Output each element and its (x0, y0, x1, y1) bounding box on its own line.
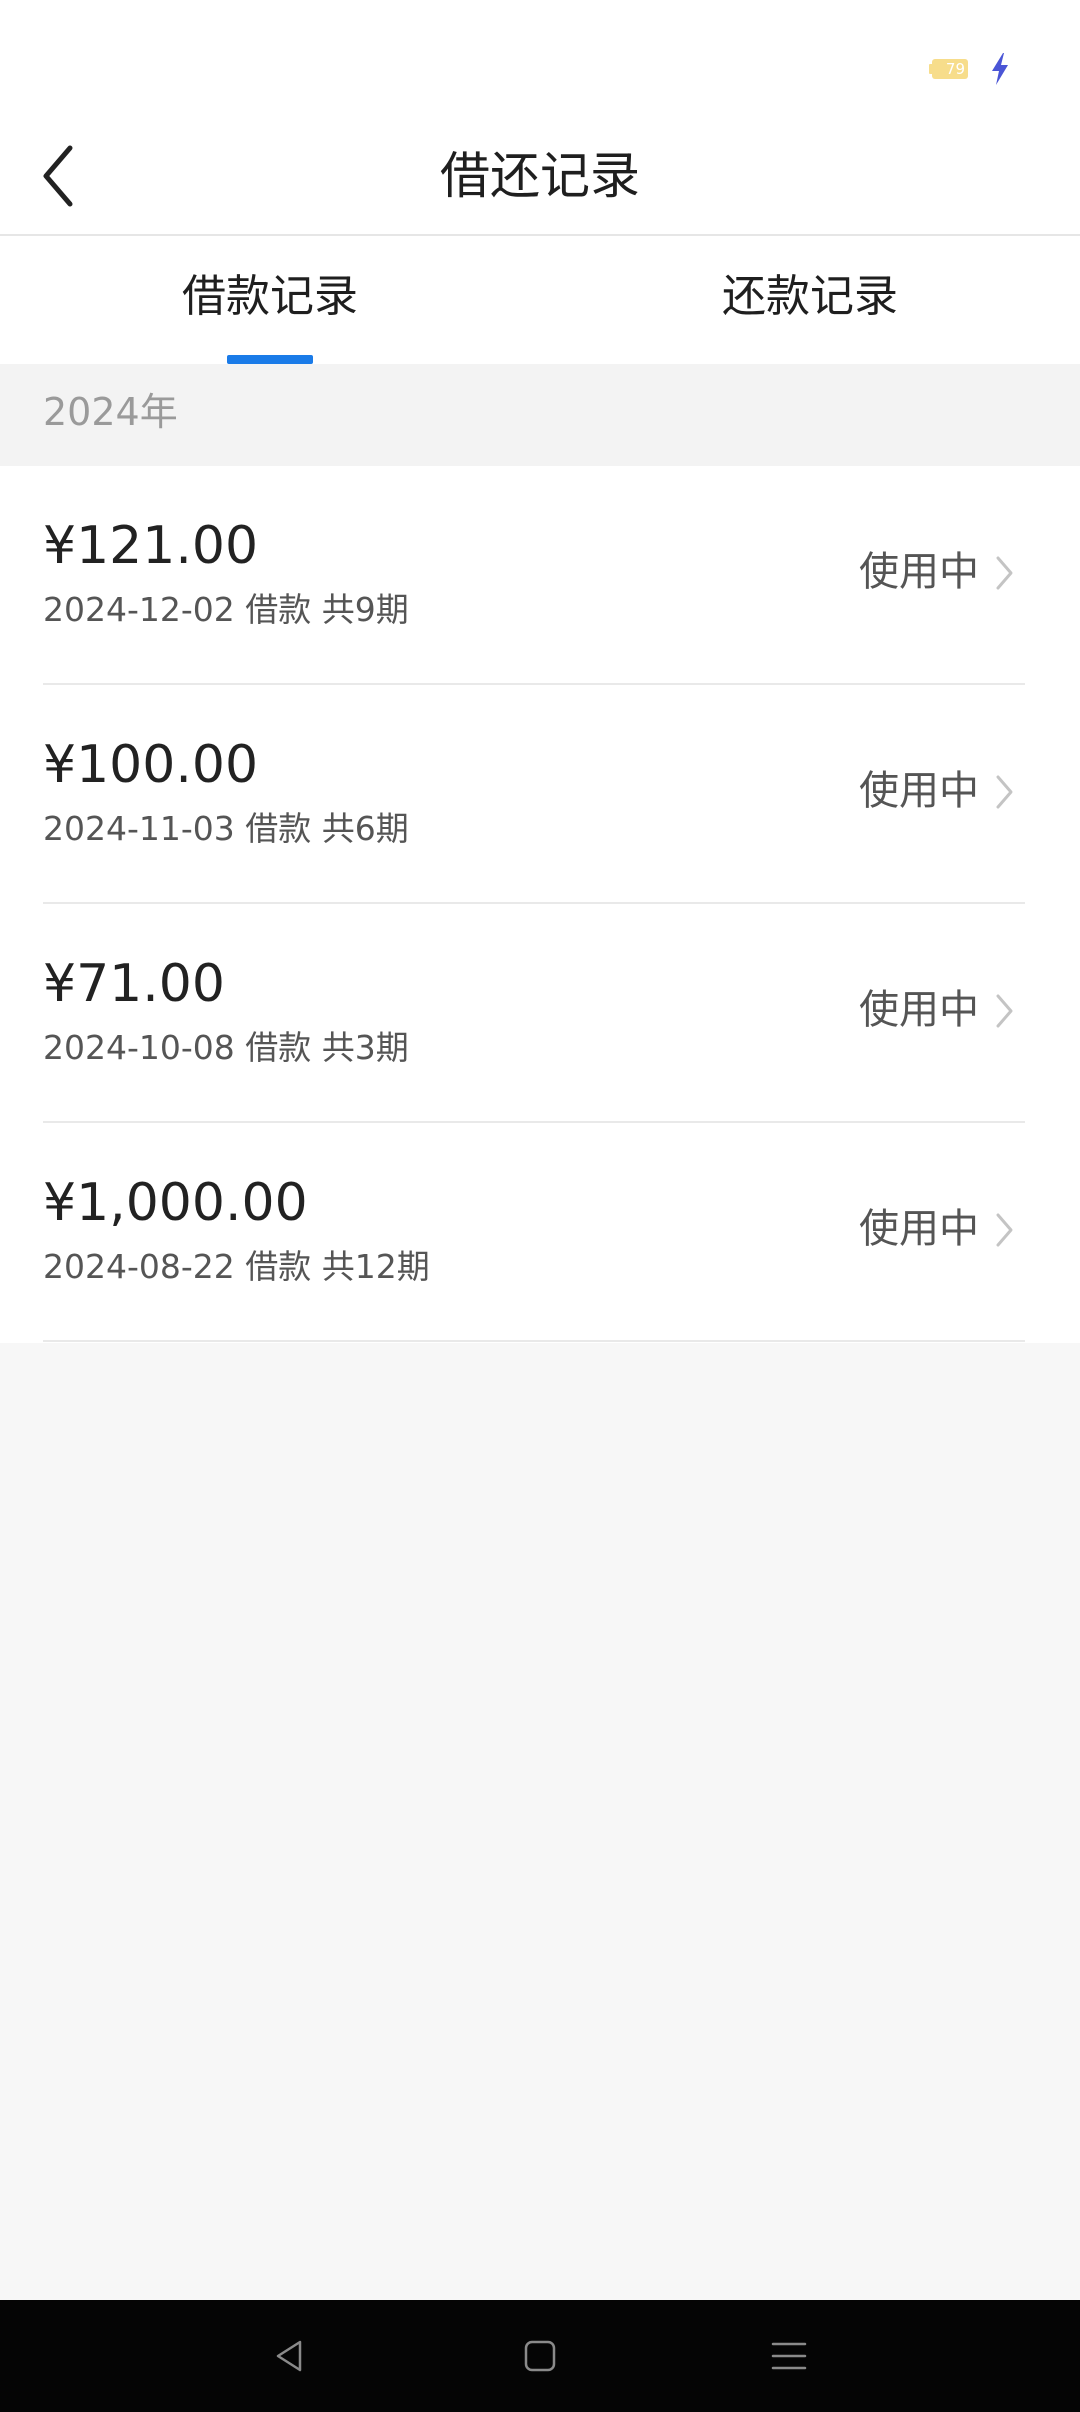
loan-amount: ¥71.00 (43, 954, 225, 1014)
chevron-right-icon (996, 775, 1013, 809)
chevron-left-icon (43, 145, 73, 207)
loan-amount: ¥121.00 (43, 516, 259, 576)
chevron-right-icon (996, 1213, 1013, 1247)
loan-record-item[interactable]: ¥71.00 2024-10-08 借款 共3期 使用中 (0, 904, 1080, 1123)
year-section-header: 2024年 (0, 364, 1080, 466)
screen: 79 借还记录 借款记录 还款记录 2024年 ¥121.00 2024-12-… (0, 0, 1080, 2412)
loan-meta: 2024-08-22 借款 共12期 (43, 1247, 430, 1286)
loan-record-item[interactable]: ¥121.00 2024-12-02 借款 共9期 使用中 (0, 466, 1080, 685)
loan-record-item[interactable]: ¥100.00 2024-11-03 借款 共6期 使用中 (0, 685, 1080, 904)
loan-meta: 2024-11-03 借款 共6期 (43, 809, 409, 848)
tab-repayment-records[interactable]: 还款记录 (540, 236, 1080, 364)
nav-home-button[interactable] (512, 2328, 568, 2384)
loan-record-list: ¥121.00 2024-12-02 借款 共9期 使用中 ¥100.00 20… (0, 466, 1080, 1343)
header: 借还记录 (0, 118, 1080, 236)
page-title: 借还记录 (440, 147, 640, 205)
loan-status: 使用中 (859, 1206, 979, 1252)
tab-repayment-records-label: 还款记录 (722, 271, 898, 322)
chevron-right-icon (996, 994, 1013, 1028)
menu-lines-icon (771, 2342, 807, 2370)
battery-level: 79 (945, 60, 965, 78)
loan-record-item[interactable]: ¥1,000.00 2024-08-22 借款 共12期 使用中 (0, 1123, 1080, 1342)
loan-amount: ¥1,000.00 (43, 1173, 308, 1233)
tab-loan-records-label: 借款记录 (182, 271, 358, 322)
tab-bar: 借款记录 还款记录 (0, 236, 1080, 364)
divider (43, 1340, 1025, 1342)
chevron-right-icon (996, 556, 1013, 590)
nav-menu-button[interactable] (761, 2328, 817, 2384)
triangle-back-icon (276, 2340, 302, 2372)
back-button[interactable] (28, 136, 98, 216)
system-nav-bar (0, 2300, 1080, 2412)
loan-meta: 2024-12-02 借款 共9期 (43, 590, 409, 629)
status-bar: 79 (0, 0, 1080, 118)
loan-meta: 2024-10-08 借款 共3期 (43, 1028, 409, 1067)
square-home-icon (524, 2340, 556, 2372)
lightning-icon (992, 53, 1008, 85)
nav-back-button[interactable] (262, 2328, 318, 2384)
active-tab-indicator (227, 355, 313, 364)
tab-loan-records[interactable]: 借款记录 (0, 236, 540, 364)
loan-status: 使用中 (859, 549, 979, 595)
battery-icon: 79 (932, 59, 968, 79)
loan-status: 使用中 (859, 768, 979, 814)
loan-status: 使用中 (859, 987, 979, 1033)
year-label: 2024年 (43, 390, 178, 434)
loan-amount: ¥100.00 (43, 735, 259, 795)
